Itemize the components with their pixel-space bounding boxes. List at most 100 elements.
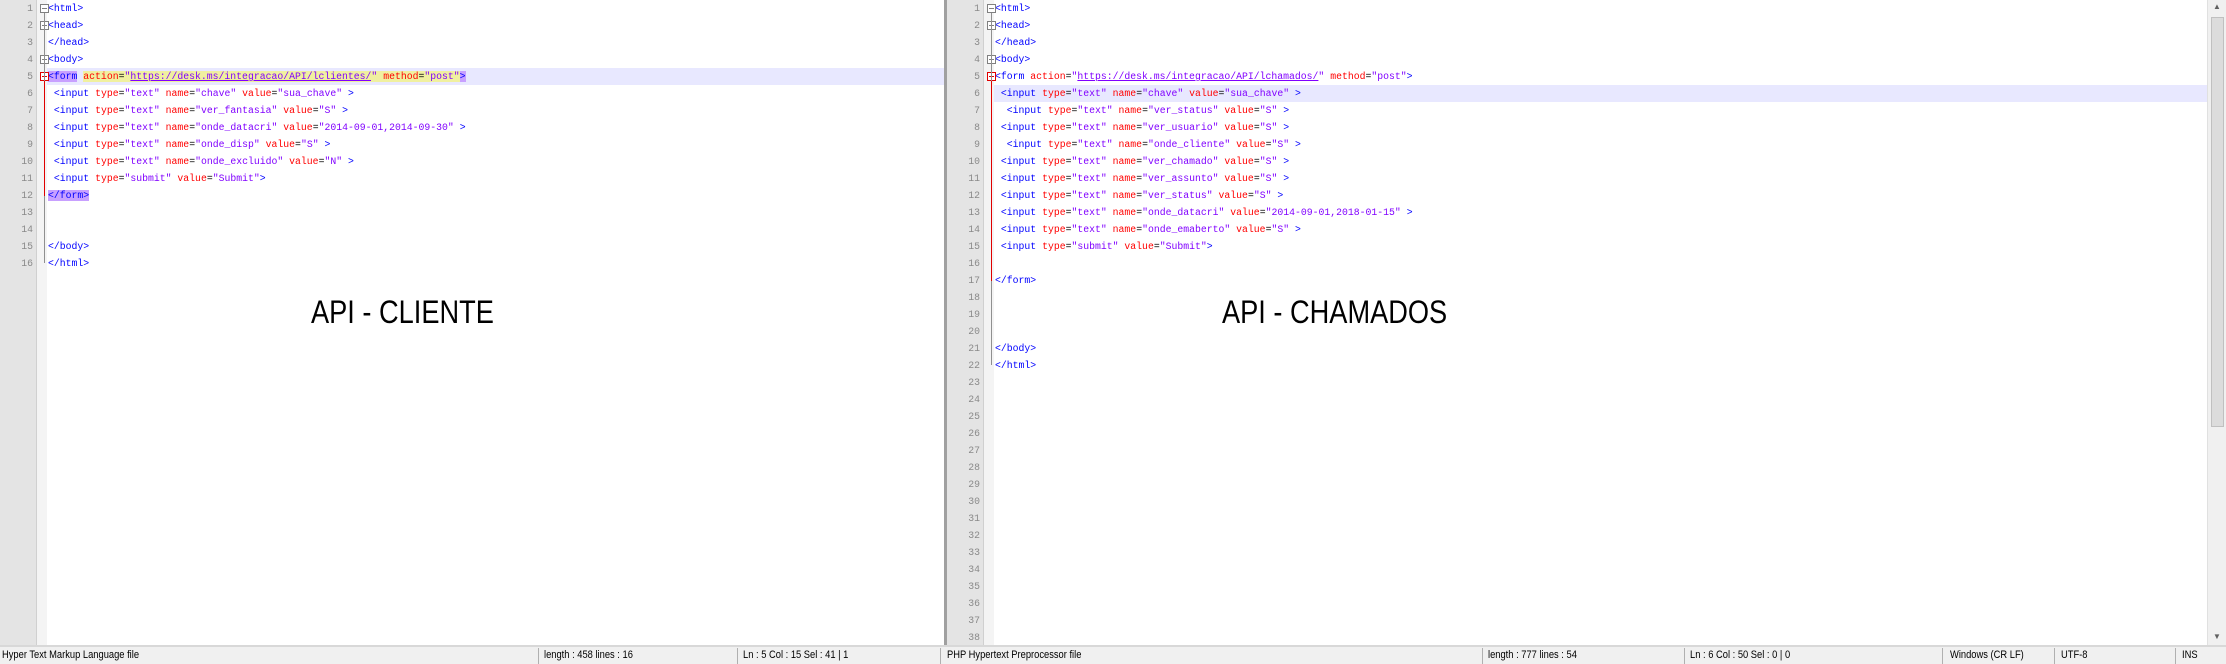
code-token-attr: type: [1042, 122, 1066, 133]
code-line[interactable]: <form action="https://desk.ms/integracao…: [994, 68, 2207, 85]
right-editor-pane[interactable]: 1 2 3 4 5 6 7 8 9 10 11 12 13 14 15 16 17 18 19 20 21 22 23 24 2…: [947, 0, 2207, 645]
code-line[interactable]: <html>: [47, 0, 944, 17]
line-number: 9: [27, 139, 33, 150]
code-line[interactable]: </form>: [47, 187, 944, 204]
code-line[interactable]: <input type="submit" value="Submit">: [994, 238, 2207, 255]
code-token-val: "onde_datacri": [1142, 207, 1225, 218]
code-token-attr: value: [1224, 122, 1254, 133]
code-line[interactable]: <input type="text" name="onde_datacri" v…: [994, 204, 2207, 221]
code-token-val: "text": [124, 105, 160, 116]
code-line[interactable]: <input type="text" name="onde_disp" valu…: [47, 136, 944, 153]
code-token-val: "onde_cliente": [1147, 139, 1231, 150]
line-number: 8: [27, 122, 33, 133]
code-line[interactable]: [994, 289, 2207, 306]
code-token-tag: <input: [53, 173, 90, 184]
code-line[interactable]: </body>: [994, 340, 2207, 357]
code-token-attr: value: [1230, 207, 1260, 218]
code-token-val: "post": [1371, 71, 1407, 82]
code-line[interactable]: <input type="text" name="ver_status" val…: [994, 187, 2207, 204]
code-line[interactable]: <head>: [994, 17, 2207, 34]
status-eol[interactable]: Windows (CR LF): [1950, 647, 2024, 664]
code-token-val: "onde_excluido": [195, 156, 284, 167]
code-line[interactable]: <html>: [994, 0, 2207, 17]
code-line[interactable]: </html>: [994, 357, 2207, 374]
scroll-down-icon[interactable]: ▼: [2213, 632, 2221, 641]
code-line[interactable]: [994, 306, 2207, 323]
code-line[interactable]: </html>: [47, 255, 944, 272]
code-token-tag: <input: [53, 105, 90, 116]
code-line[interactable]: </head>: [994, 34, 2207, 51]
line-number: 9: [974, 139, 980, 150]
fold-line-active: [44, 81, 45, 196]
line-number: 22: [968, 360, 980, 371]
code-token-val: "S": [1271, 224, 1290, 235]
code-token-attr: type: [1042, 190, 1066, 201]
code-token-tag: </html>: [995, 360, 1037, 371]
code-line[interactable]: </head>: [47, 34, 944, 51]
code-token-attr: name: [1112, 122, 1137, 133]
code-line[interactable]: <input type="text" name="ver_usuario" va…: [994, 119, 2207, 136]
code-token-val: "S": [1259, 122, 1278, 133]
scrollbar-thumb[interactable]: [2211, 17, 2224, 427]
code-token-tag: >: [324, 139, 331, 150]
code-token-val: "text": [1071, 122, 1107, 133]
line-number: 21: [968, 343, 980, 354]
code-token-attr: action: [83, 71, 119, 82]
code-token-val: "submit": [1071, 241, 1119, 252]
fold-collapse-icon[interactable]: [40, 4, 49, 13]
code-token-attr: type: [95, 156, 119, 167]
code-token-tag: >: [1294, 139, 1301, 150]
code-line[interactable]: [994, 255, 2207, 272]
code-line[interactable]: <input type="text" name="ver_status" val…: [994, 102, 2207, 119]
code-line[interactable]: <input type="text" name="onde_emaberto" …: [994, 221, 2207, 238]
code-line[interactable]: <input type="text" name="onde_cliente" v…: [994, 136, 2207, 153]
line-number: 4: [974, 54, 980, 65]
code-token-val: "onde_datacri": [195, 122, 278, 133]
code-token-tag: <input: [53, 122, 90, 133]
code-line[interactable]: </body>: [47, 238, 944, 255]
scroll-up-icon[interactable]: ▲: [2213, 2, 2221, 11]
line-number: 32: [968, 530, 980, 541]
line-number: 6: [974, 88, 980, 99]
code-line[interactable]: <input type="text" name="ver_assunto" va…: [994, 170, 2207, 187]
code-line[interactable]: <input type="text" name="ver_chamado" va…: [994, 153, 2207, 170]
line-number: 18: [968, 292, 980, 303]
vertical-scrollbar[interactable]: ▲ ▼: [2207, 0, 2226, 645]
code-token-attr: type: [95, 122, 119, 133]
fold-margin[interactable]: [37, 0, 47, 645]
code-token-attr: type: [95, 173, 119, 184]
code-line[interactable]: [994, 323, 2207, 340]
left-editor-pane[interactable]: 1 2 3 4 5 6 7 8 9 10 11 12 13 14 15 16 <html> <head> </he…: [0, 0, 944, 645]
code-line[interactable]: <form action="https://desk.ms/integracao…: [47, 68, 944, 85]
code-token-tag: </body>: [995, 343, 1037, 354]
code-line[interactable]: <input type="text" name="chave" value="s…: [47, 85, 944, 102]
code-line[interactable]: <body>: [47, 51, 944, 68]
code-line[interactable]: <input type="text" name="ver_fantasia" v…: [47, 102, 944, 119]
code-token-attr: type: [1042, 224, 1066, 235]
code-token-url[interactable]: https://desk.ms/integracao/API/lchamados…: [1077, 71, 1318, 82]
code-line[interactable]: [47, 221, 944, 238]
fold-margin[interactable]: [984, 0, 994, 645]
code-line[interactable]: <body>: [994, 51, 2207, 68]
code-line[interactable]: [47, 204, 944, 221]
code-token-tag: <head>: [48, 20, 84, 31]
code-line[interactable]: </form>: [994, 272, 2207, 289]
line-number: 15: [968, 241, 980, 252]
code-token-attr: name: [1112, 190, 1137, 201]
code-token-tag: <head>: [995, 20, 1031, 31]
code-token-url[interactable]: https://desk.ms/integracao/API/lclientes…: [130, 71, 372, 82]
line-number: 10: [21, 156, 33, 167]
line-number: 11: [21, 173, 33, 184]
code-line[interactable]: <input type="submit" value="Submit">: [47, 170, 944, 187]
code-line[interactable]: <head>: [47, 17, 944, 34]
code-token-tag: <input: [1000, 224, 1037, 235]
code-token-tag: <input: [53, 88, 90, 99]
code-line[interactable]: <input type="text" name="onde_excluido" …: [47, 153, 944, 170]
code-line[interactable]: <input type="text" name="chave" value="s…: [994, 85, 2207, 102]
code-token-tag: >: [347, 156, 354, 167]
status-encoding[interactable]: UTF-8: [2061, 647, 2087, 664]
fold-collapse-icon[interactable]: [987, 4, 996, 13]
code-token-val: "N": [324, 156, 343, 167]
code-line[interactable]: <input type="text" name="onde_datacri" v…: [47, 119, 944, 136]
code-token-val: "S": [1253, 190, 1272, 201]
